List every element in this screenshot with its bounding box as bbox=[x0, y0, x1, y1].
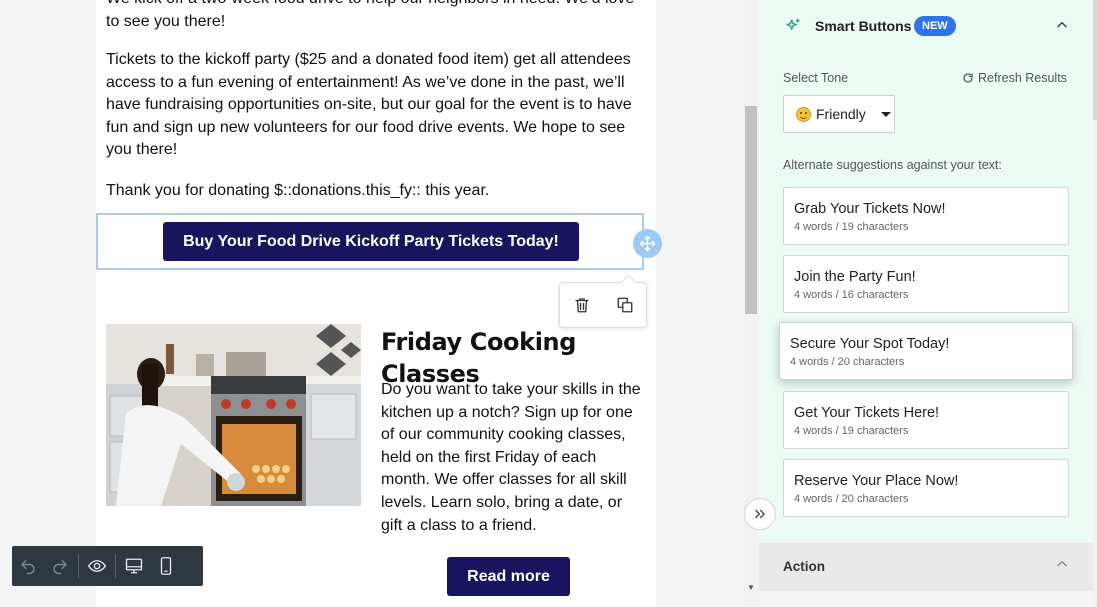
suggestion-card[interactable]: Grab Your Tickets Now! 4 words / 19 char… bbox=[783, 187, 1069, 245]
refresh-icon bbox=[963, 73, 973, 83]
tone-value: Friendly bbox=[816, 106, 866, 122]
suggestion-meta: 4 words / 20 characters bbox=[790, 356, 905, 368]
bottom-toolbar bbox=[12, 546, 203, 586]
read-more-button[interactable]: Read more bbox=[447, 557, 570, 596]
chevron-up-icon[interactable] bbox=[1055, 18, 1069, 37]
block-toolbar bbox=[559, 282, 647, 328]
suggestion-title: Grab Your Tickets Now! bbox=[794, 201, 946, 217]
properties-panel: Smart Buttons NEW Select Tone Refresh Re… bbox=[759, 0, 1097, 607]
paragraph-tickets[interactable]: Tickets to the kickoff party ($25 and a … bbox=[106, 49, 636, 162]
paragraph-intro[interactable]: We kick off a two-week food drive to hel… bbox=[106, 0, 636, 33]
smart-buttons-header[interactable]: Smart Buttons NEW bbox=[759, 0, 1093, 54]
collapse-panel-button[interactable] bbox=[744, 498, 776, 530]
suggestion-meta: 4 words / 19 characters bbox=[794, 221, 909, 233]
select-tone-label: Select Tone bbox=[783, 71, 849, 85]
suggestion-title: Get Your Tickets Here! bbox=[794, 405, 940, 421]
smart-buttons-section: Smart Buttons NEW Select Tone Refresh Re… bbox=[759, 0, 1093, 540]
toolbar-divider bbox=[78, 554, 79, 578]
suggestion-title: Join the Party Fun! bbox=[794, 269, 916, 285]
refresh-results-label: Refresh Results bbox=[978, 71, 1067, 85]
redo-icon[interactable] bbox=[44, 546, 76, 586]
suggestion-card[interactable]: Reserve Your Place Now! 4 words / 20 cha… bbox=[783, 459, 1069, 517]
duplicate-icon[interactable] bbox=[611, 291, 639, 319]
action-label: Action bbox=[783, 559, 825, 574]
trash-icon[interactable] bbox=[568, 291, 596, 319]
tone-select[interactable]: Friendly bbox=[783, 95, 895, 133]
cooking-photo bbox=[106, 324, 361, 506]
suggestion-meta: 4 words / 16 characters bbox=[794, 289, 909, 301]
move-icon[interactable] bbox=[633, 229, 662, 258]
preview-eye-icon[interactable] bbox=[81, 546, 113, 586]
new-badge: NEW bbox=[914, 16, 956, 36]
alternate-suggestions-label: Alternate suggestions against your text: bbox=[783, 158, 1002, 172]
double-chevron-right-icon bbox=[755, 509, 765, 519]
desktop-icon[interactable] bbox=[118, 546, 150, 586]
panel-scrollbar[interactable] bbox=[1093, 0, 1097, 607]
email-canvas: We kick off a two-week food drive to hel… bbox=[0, 0, 743, 607]
sparkle-icon bbox=[785, 18, 801, 39]
refresh-results-link[interactable]: Refresh Results bbox=[962, 71, 1067, 85]
caret-down-icon bbox=[880, 111, 891, 117]
action-section-header[interactable]: Action bbox=[759, 543, 1093, 591]
suggestion-title: Secure Your Spot Today! bbox=[790, 336, 950, 352]
undo-icon[interactable] bbox=[12, 546, 44, 586]
canvas-scrollbar-thumb[interactable] bbox=[745, 106, 757, 314]
mobile-icon[interactable] bbox=[150, 546, 182, 586]
suggestion-card-hovered[interactable]: Secure Your Spot Today! 4 words / 20 cha… bbox=[779, 322, 1073, 380]
suggestion-title: Reserve Your Place Now! bbox=[794, 473, 959, 489]
chevron-up-icon[interactable] bbox=[1055, 557, 1069, 576]
email-body: We kick off a two-week food drive to hel… bbox=[96, 0, 662, 607]
toolbar-divider bbox=[115, 554, 116, 578]
paragraph-thanks[interactable]: Thank you for donating $::donations.this… bbox=[106, 180, 636, 203]
panel-scrollbar-thumb[interactable] bbox=[1093, 0, 1097, 120]
suggestion-meta: 4 words / 19 characters bbox=[794, 425, 909, 437]
smart-buttons-title: Smart Buttons bbox=[815, 18, 912, 34]
section-body[interactable]: Do you want to take your skills in the k… bbox=[381, 379, 646, 537]
smiley-icon bbox=[796, 106, 811, 122]
suggestion-card[interactable]: Join the Party Fun! 4 words / 16 charact… bbox=[783, 255, 1069, 313]
suggestion-meta: 4 words / 20 characters bbox=[794, 493, 909, 505]
scroll-down-arrow-icon[interactable]: ▼ bbox=[747, 583, 755, 592]
cta-button[interactable]: Buy Your Food Drive Kickoff Party Ticket… bbox=[163, 222, 579, 261]
suggestion-card[interactable]: Get Your Tickets Here! 4 words / 19 char… bbox=[783, 391, 1069, 449]
